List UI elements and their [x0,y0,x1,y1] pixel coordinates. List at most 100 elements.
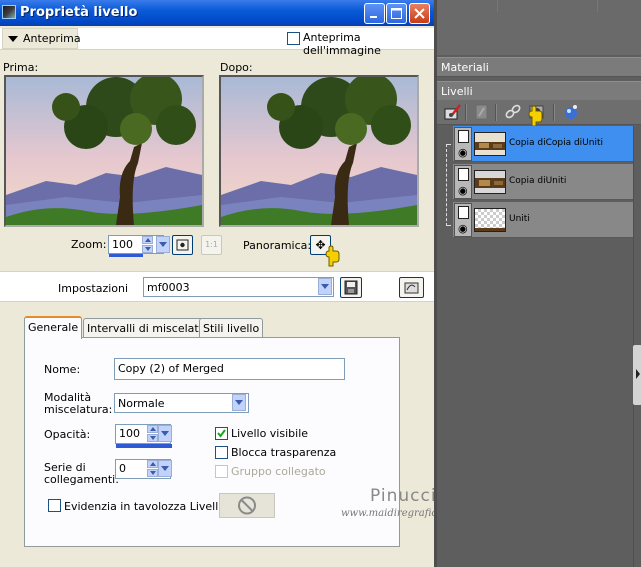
floppy-disk-icon [344,280,358,295]
tab-general[interactable]: Generale [24,316,83,339]
preview-toggle-label: Anteprima [23,32,81,45]
layer-row[interactable]: ◉ Copia diCopia diUniti [453,126,633,162]
lock-transparency-label: Blocca trasparenza [231,446,337,459]
materials-title: Materiali [441,61,489,74]
opacity-label: Opacità: [44,428,91,441]
zoom-fit-button[interactable] [172,235,193,255]
chevron-down-icon [8,36,18,42]
eye-icon[interactable]: ◉ [458,185,468,196]
blend-mode-label: Modalità miscelatura: [44,392,112,416]
check-icon [217,429,226,438]
zoom-actual-size-button[interactable]: 1:1 [201,235,222,255]
preview-toggle-button[interactable]: Anteprima [2,28,81,49]
layer-type-icon [458,168,469,181]
highlight-color-button[interactable] [219,493,275,518]
title-bar[interactable]: Proprietà livello [0,0,434,26]
highlight-in-palette-checkbox[interactable] [48,499,61,512]
vector-layer-icon[interactable] [472,103,492,121]
minimize-button[interactable] [364,3,385,24]
before-preview-image[interactable] [4,75,204,227]
zoom-value: 100 [112,238,133,251]
layer-visibility-column: ◉ [454,203,472,237]
zoom-label: Zoom: [71,238,107,251]
settings-row: Impostazioni mf0003 [0,271,434,302]
group-link-checkbox[interactable] [215,465,228,478]
link-set-label: Serie di collegamenti: [44,462,119,486]
opacity-value: 100 [119,427,140,440]
blend-mode-select[interactable]: Normale [114,393,249,413]
highlight-in-palette-label: Evidenzia in tavolozza Livelli: [64,500,226,513]
layer-row[interactable]: ◉ Uniti [453,202,633,238]
materials-palette-header[interactable]: Materiali [437,57,641,77]
blend-mode-dropdown-button[interactable] [232,394,246,411]
no-color-icon [238,496,256,515]
lock-transparency-checkbox[interactable] [215,446,228,459]
minimize-icon [370,16,377,18]
layers-title: Livelli [441,85,473,98]
link-set-value: 0 [119,462,126,475]
after-preview-image[interactable] [219,75,419,227]
settings-preset-select[interactable]: mf0003 [143,277,334,297]
close-button[interactable] [409,3,430,24]
layer-properties-dialog: Proprietà livello Anteprima Anteprima de… [0,0,459,567]
zoom-spinner[interactable] [142,236,153,253]
palette-area: Materiali Livelli ◉ Copia diCopia diUnit… [434,0,641,567]
reset-settings-button[interactable] [399,277,424,298]
tab-layer-styles[interactable]: Stili livello [199,318,264,338]
reset-icon [404,282,419,294]
palette-top-strip [437,0,641,55]
eye-icon[interactable]: ◉ [458,223,468,234]
adjustment-layer-icon[interactable] [561,103,581,121]
link-set-spinner[interactable] [147,460,158,477]
layer-thumbnail [474,208,506,232]
layer-row[interactable]: ◉ Copia diUniti [453,164,633,200]
layer-name: Uniti [509,214,530,224]
settings-label: Impostazioni [58,282,129,295]
layer-type-icon [458,130,469,143]
maximize-button[interactable] [386,3,407,24]
spin-down-icon[interactable] [147,434,158,442]
palette-collapse-handle[interactable] [633,345,641,405]
save-preset-button[interactable] [340,277,362,298]
settings-preset-value: mf0003 [147,281,190,294]
image-preview-label: Anteprima dell'immagine [303,31,381,57]
zoom-slider-bar[interactable] [109,254,143,257]
layer-visibility-column: ◉ [454,127,472,161]
spin-down-icon[interactable] [142,245,153,253]
before-label: Prima: [3,61,39,74]
spin-up-icon[interactable] [147,425,158,433]
spin-up-icon[interactable] [147,460,158,468]
opacity-dropdown-button[interactable] [158,425,172,442]
spin-down-icon[interactable] [147,469,158,477]
close-icon [414,8,425,19]
layer-visibility-column: ◉ [454,165,472,199]
pointing-hand-icon [528,105,543,127]
layers-palette-header[interactable]: Livelli [437,81,641,100]
layer-name-input[interactable]: Copy (2) of Merged [114,358,345,380]
layer-thumbnail [474,170,506,194]
settings-dropdown-button[interactable] [318,278,332,295]
layer-thumbnail [474,132,506,156]
link-set-label-line2: collegamenti: [44,473,119,486]
link-chain-icon[interactable] [503,103,523,121]
new-layer-brush-icon[interactable] [443,103,463,121]
opacity-spinner[interactable] [147,425,158,442]
zoom-dropdown-button[interactable] [156,236,170,253]
pan-label: Panoramica: [243,239,312,252]
layer-visible-checkbox[interactable] [215,427,228,440]
group-link-label: Gruppo collegato [231,465,326,478]
blend-mode-value: Normale [118,397,165,410]
maximize-icon [391,8,402,19]
name-label: Nome: [44,363,81,376]
pointing-hand-icon [325,245,340,267]
layer-name: Copia diCopia diUniti [509,138,604,148]
image-preview-checkbox[interactable] [287,32,300,45]
eye-icon[interactable]: ◉ [458,147,468,158]
preview-bar: Anteprima Anteprima dell'immagine [0,28,434,57]
app-icon [2,5,16,19]
link-set-dropdown-button[interactable] [158,460,172,477]
zoom-fit-icon [176,239,189,251]
spin-up-icon[interactable] [142,236,153,244]
opacity-slider-bar[interactable] [116,444,172,448]
layer-type-icon [458,206,469,219]
